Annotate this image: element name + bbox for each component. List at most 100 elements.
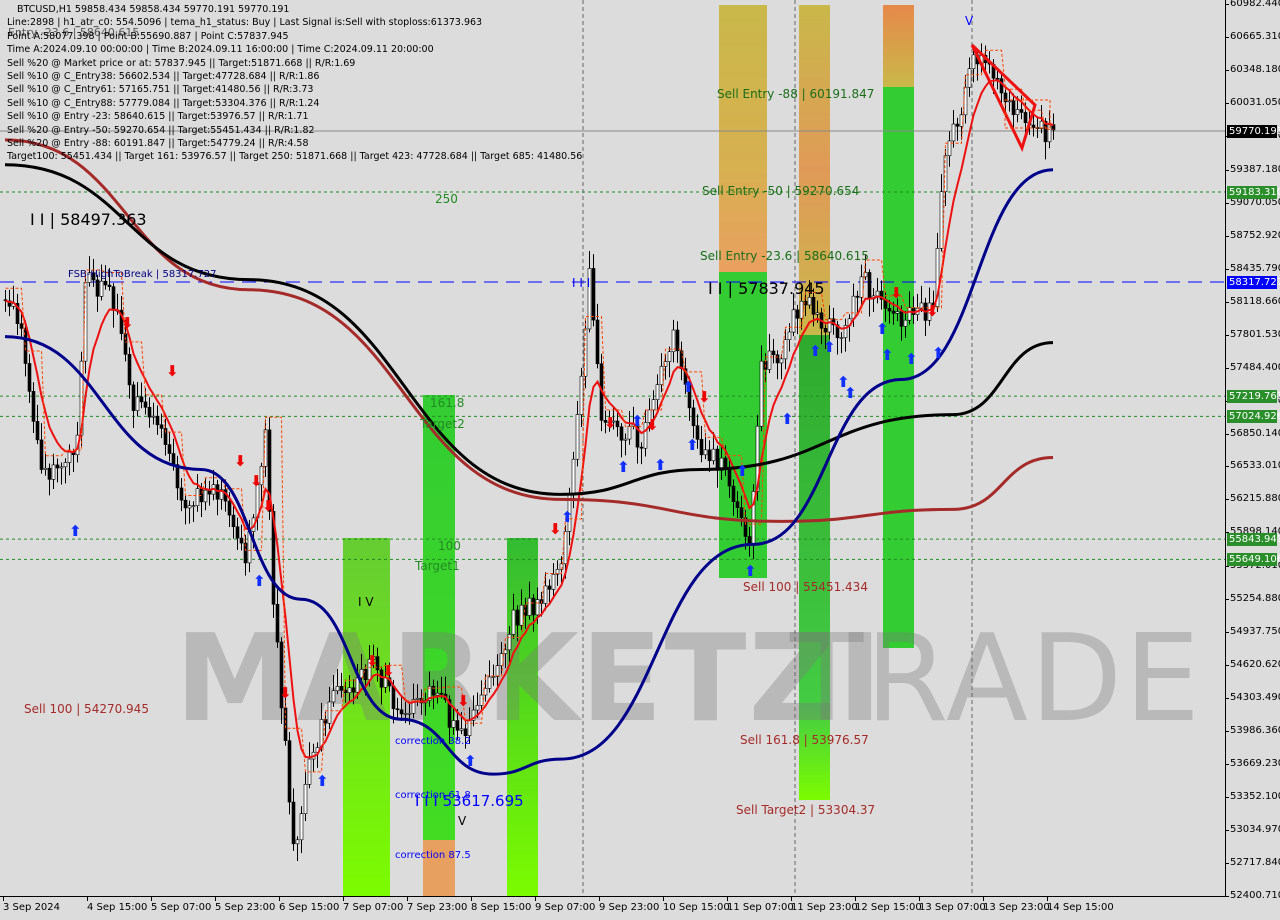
candle-body — [775, 354, 780, 364]
y-tick-label: 58752.920 — [1225, 230, 1280, 241]
candle-body — [907, 307, 912, 321]
fib-250-label: 250 — [435, 192, 458, 206]
candle-body — [543, 585, 548, 604]
candle-body — [727, 467, 732, 487]
candle-body — [139, 396, 144, 403]
y-tick-label: 58118.660 — [1225, 296, 1280, 307]
candle-body — [691, 407, 696, 427]
candle-body — [667, 351, 672, 362]
low-label: I I I 53617.695 — [415, 792, 524, 810]
candle-body — [759, 360, 764, 427]
price-level-badge: 55649.106 — [1227, 553, 1280, 567]
candle-body — [287, 740, 292, 803]
candle-body — [103, 280, 108, 286]
candle-body — [771, 350, 776, 356]
candle-body — [123, 333, 128, 355]
info-line: Sell %20 @ Market price or at: 57837.945… — [7, 57, 356, 69]
buy-arrow-icon: ⬆ — [905, 350, 918, 368]
candle-body — [435, 692, 440, 696]
candle-body — [511, 609, 516, 635]
candle-body — [575, 414, 580, 460]
candle-body — [239, 537, 244, 544]
point-iii-label: I I I — [572, 276, 591, 290]
candle-body — [675, 329, 680, 352]
buy-arrow-icon: ⬆ — [876, 320, 889, 338]
candle-body — [487, 676, 492, 689]
candle-body — [715, 448, 720, 471]
candle-body — [639, 446, 644, 449]
y-tick-label: 54937.750 — [1225, 626, 1280, 637]
price-axis[interactable]: 60982.44060665.31060348.18060031.0505971… — [1225, 0, 1280, 920]
y-tick-label: 60348.180 — [1225, 64, 1280, 75]
buy-arrow-icon: ⬆ — [744, 562, 757, 580]
info-line: Sell %20 @ Entry -88: 60191.847 || Targe… — [7, 138, 309, 150]
candle-body — [939, 191, 944, 249]
candle-body — [959, 114, 964, 127]
candle-body — [1019, 109, 1024, 113]
price-level-badge: 58317.727 — [1227, 275, 1280, 289]
candle-body — [999, 78, 1004, 94]
candle-body — [967, 68, 972, 88]
candle-body — [739, 507, 744, 518]
sell-arrow-icon: ⬇ — [250, 472, 263, 490]
candle-body — [795, 309, 800, 319]
buy-arrow-icon: ⬆ — [561, 508, 574, 526]
buy-arrow-icon: ⬆ — [316, 772, 329, 790]
chart-plot-area[interactable]: MARKETZI TRADE ⬇ ⬇ ⬇ ⬇ ⬇ ⬇ ⬇ ⬇ ⬇ ⬇ ⬇ ⬇ ⬇ ⬇ ⬇ ⬆ ⬆ ⬆ ⬆ ⬆ ⬆ ⬆ ⬆ ⬆ ⬆… — [0, 0, 1226, 897]
buy-arrow-icon: ⬆ — [932, 344, 945, 362]
y-tick-label: 57801.530 — [1225, 329, 1280, 340]
sell-arrow-icon: ⬇ — [366, 652, 379, 670]
candle-body — [299, 813, 304, 841]
candle-body — [275, 603, 280, 643]
buy-arrow-icon: ⬆ — [682, 378, 695, 396]
price-level-badge: 57024.926 — [1227, 410, 1280, 424]
sell-arrow-icon: ⬇ — [382, 662, 395, 680]
x-tick-label: 3 Sep 2024 — [3, 897, 61, 913]
candle-body — [703, 449, 708, 456]
candle-body — [951, 123, 956, 142]
candle-body — [403, 713, 408, 715]
candle-body — [331, 690, 336, 703]
price-level-badge: 59183.310 — [1227, 186, 1280, 199]
candle-body — [823, 327, 828, 333]
candle-body — [451, 720, 456, 728]
x-tick-label: 10 Sep 15:00 — [663, 897, 730, 913]
price-level-badge: 59770.191 — [1227, 125, 1280, 138]
candle-body — [971, 54, 976, 69]
candle-body — [195, 488, 200, 506]
price-level-badge: 57219.761 — [1227, 390, 1280, 404]
pivot-high-label: I I | 58497.363 — [30, 210, 147, 229]
y-tick-label: 56215.880 — [1225, 493, 1280, 504]
fib-161-label: 161.8 — [430, 396, 465, 410]
x-tick-label: 9 Sep 07:00 — [535, 897, 596, 913]
candle-body — [303, 784, 308, 814]
correction-38-label: correction 38.2 — [395, 736, 471, 747]
sell-arrow-icon: ⬇ — [646, 416, 659, 434]
y-tick-label: 53352.100 — [1225, 791, 1280, 802]
candle-body — [19, 323, 24, 329]
candle-body — [455, 720, 460, 731]
candle-body — [31, 391, 36, 422]
candle-body — [571, 458, 576, 496]
candle-body — [295, 839, 300, 845]
candle-body — [399, 709, 404, 715]
candle-body — [619, 426, 624, 441]
candle-body — [623, 438, 628, 441]
sell-arrow-icon: ⬇ — [549, 520, 562, 538]
sell-arrow-icon: ⬇ — [121, 314, 134, 332]
candle-body — [855, 295, 860, 298]
candle-body — [155, 415, 160, 426]
x-tick-label: 9 Sep 23:00 — [599, 897, 660, 913]
candle-body — [531, 597, 536, 616]
candle-body — [507, 634, 512, 651]
candle-body — [35, 421, 40, 441]
candle-body — [191, 505, 196, 507]
candle-body — [579, 375, 584, 415]
buy-arrow-icon: ⬆ — [881, 346, 894, 364]
candle-body — [43, 467, 48, 470]
y-tick-label: 55254.880 — [1225, 593, 1280, 604]
y-tick-label: 56850.140 — [1225, 428, 1280, 439]
candle-body — [495, 665, 500, 677]
candle-body — [39, 439, 44, 470]
x-tick-label: 7 Sep 23:00 — [407, 897, 468, 913]
